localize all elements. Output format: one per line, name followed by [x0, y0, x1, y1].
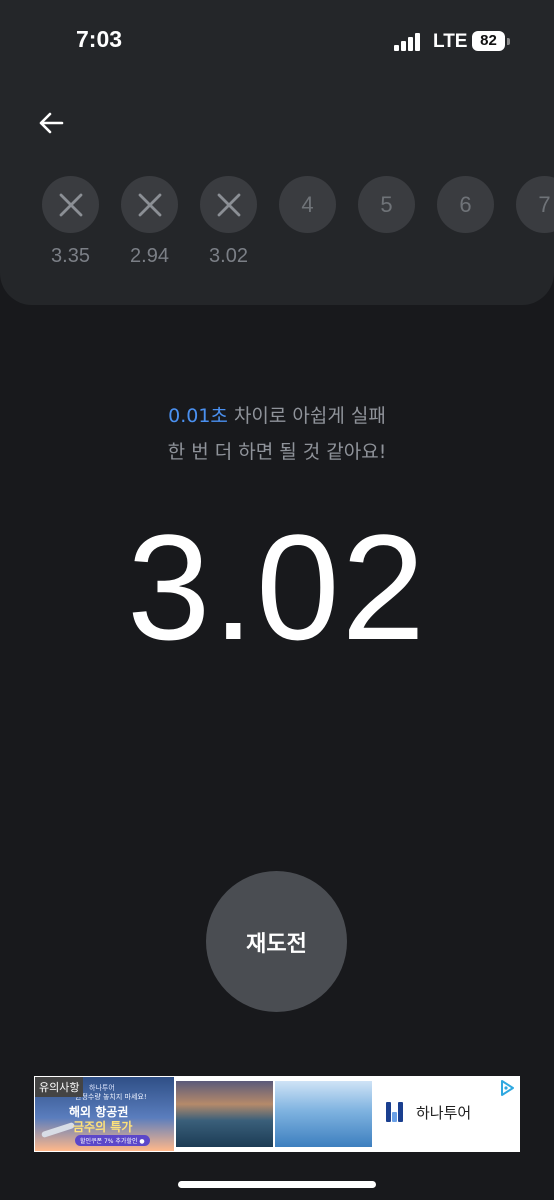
network-type: LTE — [433, 31, 468, 52]
ad-subtitle: 한정수량 놓치지 마세요! — [75, 1093, 147, 1101]
attempt-2: 2.94 — [121, 176, 181, 268]
attempt-number-badge: 7 — [516, 176, 554, 233]
signal-icon — [394, 33, 424, 51]
attempt-5: 5 — [358, 176, 418, 233]
attempt-7: 7 — [516, 176, 554, 233]
ad-image-harbor[interactable] — [176, 1081, 273, 1147]
x-icon — [59, 193, 82, 216]
battery-icon: 82 — [472, 31, 505, 51]
retry-button[interactable]: 재도전 — [206, 871, 347, 1012]
airplane-wing-shape — [40, 1121, 76, 1139]
attempt-number-badge: 4 — [279, 176, 336, 233]
hanatour-logo-icon — [386, 1102, 404, 1122]
attempt-fail-badge — [121, 176, 178, 233]
attempt-1: 3.35 — [42, 176, 102, 268]
attempts-row: 3.35 2.94 3.02 4 5 6 7 — [0, 176, 554, 276]
attempt-fail-badge — [200, 176, 257, 233]
ad-notice-tag[interactable]: 유의사항 — [35, 1077, 84, 1097]
back-button[interactable] — [32, 104, 72, 144]
back-arrow-icon — [39, 112, 64, 134]
status-bar: 7:03 LTE 82 — [0, 0, 554, 84]
attempt-time: 3.02 — [209, 245, 248, 267]
ad-image-flight[interactable]: 하나투어 한정수량 놓치지 마세요! 해외 항공권 금주의 특가 할인쿠폰 7%… — [35, 1077, 174, 1151]
attempt-6: 6 — [437, 176, 497, 233]
ad-choices-icon[interactable] — [498, 1079, 516, 1097]
result-message: 0.01초 차이로 아쉽게 실패 한 번 더 하면 될 것 같아요! — [0, 398, 554, 470]
x-icon — [217, 193, 240, 216]
status-time: 7:03 — [76, 26, 123, 52]
attempt-number-badge: 5 — [358, 176, 415, 233]
result-time: 3.02 — [127, 503, 427, 671]
attempt-4: 4 — [279, 176, 339, 233]
message-line-1: 0.01초 차이로 아쉽게 실패 — [0, 398, 554, 434]
battery-nub — [507, 38, 510, 45]
home-indicator[interactable] — [178, 1181, 376, 1188]
attempt-time: 2.94 — [130, 245, 169, 267]
attempt-3: 3.02 — [200, 176, 260, 268]
ad-banner[interactable]: 하나투어 한정수량 놓치지 마세요! 해외 항공권 금주의 특가 할인쿠폰 7%… — [34, 1076, 520, 1152]
message-line-1-text: 차이로 아쉽게 실패 — [227, 405, 386, 427]
ad-headline-2: 금주의 특가 — [73, 1120, 133, 1134]
attempt-number-badge: 6 — [437, 176, 494, 233]
ad-brand-name[interactable]: 하나투어 — [416, 1102, 471, 1123]
attempt-fail-badge — [42, 176, 99, 233]
ad-coupon-button[interactable]: 할인쿠폰 7% 추가할인 ● — [75, 1135, 150, 1146]
attempt-time: 3.35 — [51, 245, 90, 267]
x-icon — [138, 193, 161, 216]
time-difference: 0.01초 — [168, 405, 228, 427]
ad-image-winter[interactable] — [275, 1081, 372, 1147]
message-line-2: 한 번 더 하면 될 것 같아요! — [167, 441, 387, 463]
